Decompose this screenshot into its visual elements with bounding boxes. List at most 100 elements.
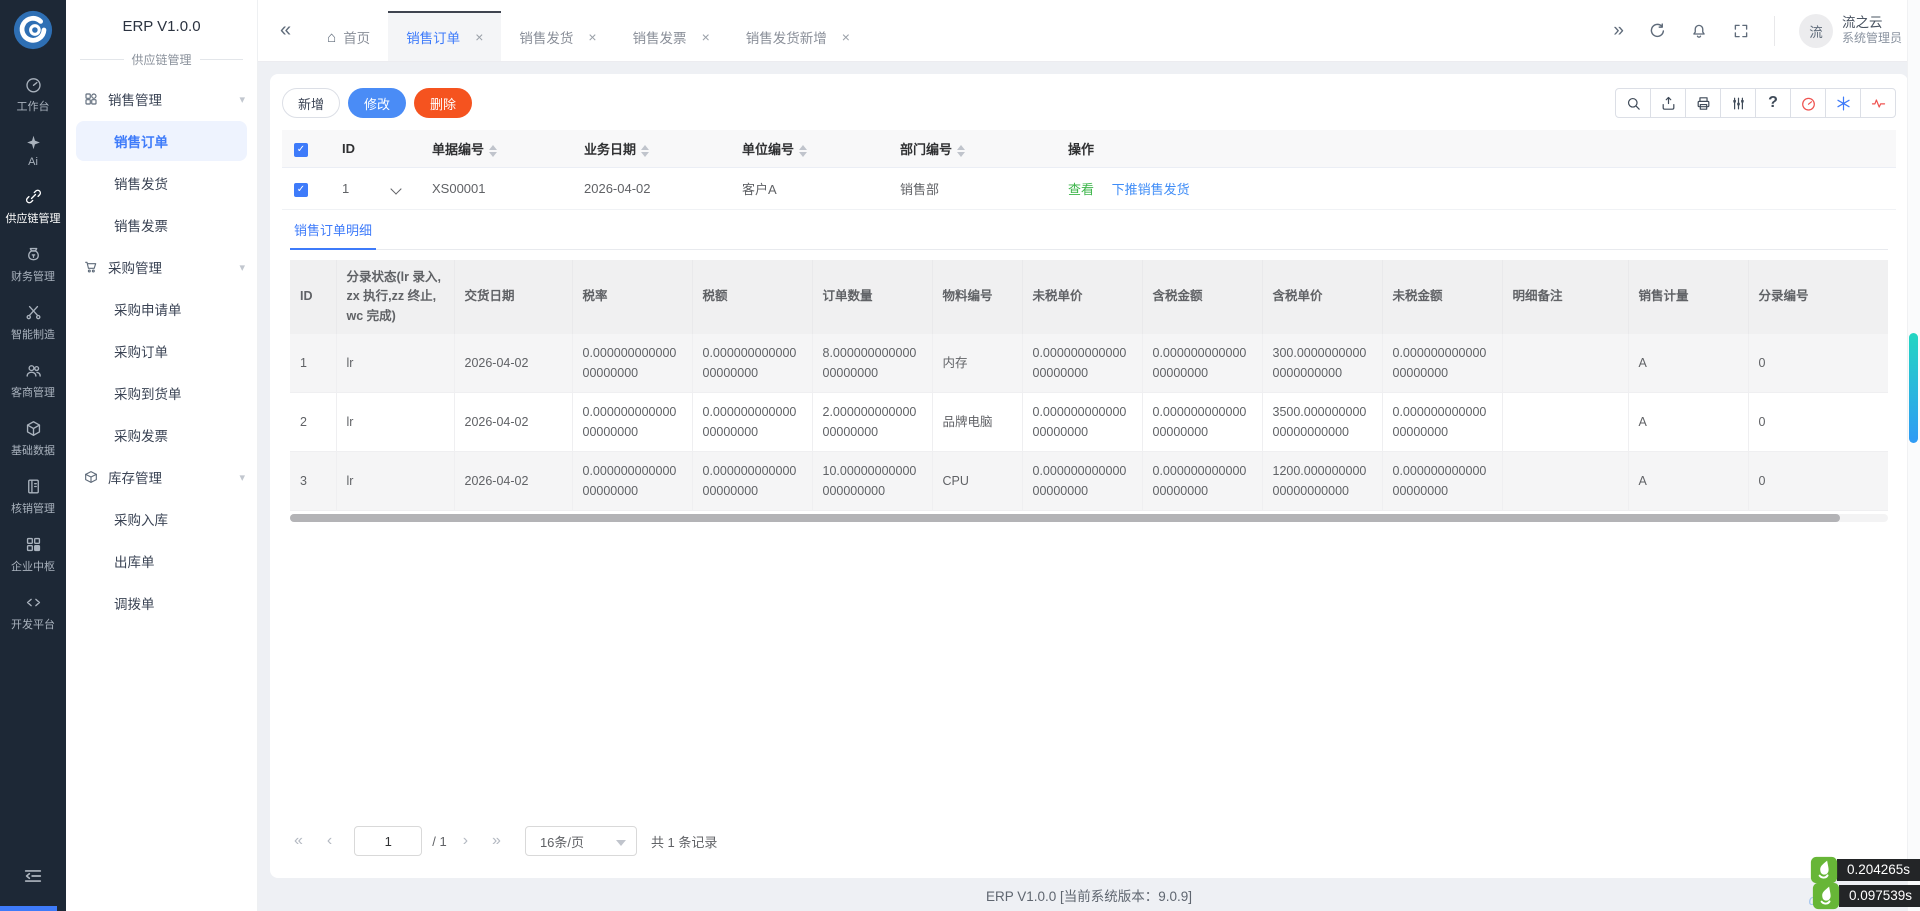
- detail-row[interactable]: 3 lr 2026-04-02 0.00000000000000000000 0.000…: [290, 451, 1888, 512]
- menu-group-apps[interactable]: 销售管理 ▾: [66, 78, 257, 120]
- menu-item[interactable]: 销售发货: [66, 162, 257, 204]
- rail-item-link[interactable]: 供应链管理: [0, 177, 66, 235]
- menu-group-label: 采购管理: [108, 261, 162, 276]
- menu-item[interactable]: 调拨单: [66, 582, 257, 624]
- tab-label: 销售发货新增: [745, 31, 827, 46]
- fullscreen-button[interactable]: [1732, 22, 1750, 40]
- page-input[interactable]: [354, 826, 423, 856]
- toolbar: 新增 修改 删除 ?: [282, 86, 1896, 130]
- menu-item[interactable]: 销售发票: [66, 204, 257, 246]
- tab-销售发货[interactable]: 销售发货 ×: [501, 11, 614, 61]
- rail-item-users[interactable]: 客商管理: [0, 351, 66, 409]
- row-expander[interactable]: [390, 183, 402, 195]
- page-prev-button[interactable]: ‹: [315, 832, 344, 850]
- chevron-down-icon: ▾: [239, 261, 245, 274]
- close-icon[interactable]: ×: [475, 29, 483, 45]
- bag-icon: [27, 247, 39, 261]
- refresh-button[interactable]: [1648, 22, 1666, 40]
- sort-icon[interactable]: [489, 144, 498, 157]
- detail-tab[interactable]: 销售订单明细: [290, 210, 377, 250]
- tab-销售发货新增[interactable]: 销售发货新增 ×: [728, 11, 868, 61]
- detail-hscrollbar-thumb[interactable]: [290, 514, 1841, 523]
- rail-item-label: 供应链管理: [5, 213, 61, 225]
- notifications-button[interactable]: [1690, 22, 1708, 40]
- sort-icon[interactable]: [641, 144, 650, 157]
- freeze-tool-button[interactable]: [1825, 88, 1861, 118]
- pulse-icon: [1871, 98, 1885, 108]
- app-logo-icon[interactable]: [12, 9, 54, 51]
- detail-col-header: 未税金额: [1382, 260, 1503, 335]
- row-checkbox[interactable]: ✓: [294, 183, 308, 197]
- rail-item-label: Ai: [28, 156, 38, 168]
- rail-item-ai[interactable]: Ai: [0, 123, 66, 177]
- rail-item-code[interactable]: 开发平台: [0, 583, 66, 641]
- horizontal-scrollbar-thumb[interactable]: [0, 906, 57, 911]
- view-link[interactable]: 查看: [1068, 182, 1094, 197]
- orders-col-部门编号[interactable]: 部门编号: [888, 130, 1056, 168]
- rail-item-hub[interactable]: 企业中枢: [0, 525, 66, 583]
- user-menu[interactable]: 流 流之云 系统管理员: [1798, 13, 1902, 48]
- close-icon[interactable]: ×: [702, 29, 710, 45]
- tabs-collapse-button[interactable]: «: [258, 19, 309, 42]
- ai-icon: [26, 135, 40, 150]
- menu-group-cart[interactable]: 采购管理 ▾: [66, 246, 257, 288]
- select-all-checkbox[interactable]: ✓: [294, 143, 308, 157]
- rail-collapse-button[interactable]: [0, 865, 66, 887]
- orders-col-单据编号[interactable]: 单据编号: [420, 130, 572, 168]
- monitor-tool-button[interactable]: [1790, 88, 1826, 118]
- pulse-tool-button[interactable]: [1860, 88, 1896, 118]
- close-icon[interactable]: ×: [842, 29, 850, 45]
- danger-button[interactable]: 删除: [414, 88, 473, 118]
- sort-icon[interactable]: [799, 144, 808, 157]
- rail-item-cube[interactable]: 基础数据: [0, 409, 66, 467]
- menu-item[interactable]: 采购入库: [66, 498, 257, 540]
- users-icon: [25, 365, 41, 377]
- rail-item-gauge[interactable]: 工作台: [0, 65, 66, 123]
- rail-item-ledger[interactable]: 核销管理: [0, 467, 66, 525]
- menu-item[interactable]: 采购订单: [66, 330, 257, 372]
- order-row[interactable]: ✓ 1 XS00001 2026-04-02 客户A 销售部 查看 下推销售发货: [282, 167, 1896, 210]
- detail-cell: A: [1628, 334, 1749, 394]
- rail-item-bag[interactable]: 财务管理: [0, 235, 66, 293]
- search-tool-button[interactable]: [1615, 88, 1651, 118]
- detail-cell: 3: [290, 451, 337, 512]
- detail-row[interactable]: 1 lr 2026-04-02 0.00000000000000000000 0.000…: [290, 334, 1888, 394]
- detail-cell: lr: [336, 334, 455, 394]
- help-tool-button[interactable]: ?: [1755, 88, 1791, 118]
- tabs-expand-button[interactable]: »: [1613, 20, 1624, 42]
- menu-group-box[interactable]: 库存管理 ▾: [66, 456, 257, 498]
- detail-cell: 1: [290, 334, 337, 394]
- default-button[interactable]: 新增: [282, 88, 341, 118]
- export-tool-button[interactable]: [1650, 88, 1686, 118]
- detail-row[interactable]: 2 lr 2026-04-02 0.00000000000000000000 0.000…: [290, 392, 1888, 453]
- menu-item[interactable]: 出库单: [66, 540, 257, 582]
- orders-col-单位编号[interactable]: 单位编号: [730, 130, 888, 168]
- vertical-scrollbar-thumb[interactable]: [1909, 333, 1918, 443]
- select-all-header: ✓: [282, 130, 330, 168]
- tab-首页[interactable]: ⌂ 首页: [309, 11, 388, 61]
- page-last-button[interactable]: »: [480, 832, 513, 850]
- tools-icon: [25, 305, 41, 320]
- tab-销售订单[interactable]: 销售订单 ×: [388, 11, 502, 61]
- detail-tab-bar: 销售订单明细: [290, 210, 1888, 250]
- menu-item[interactable]: 采购发票: [66, 414, 257, 456]
- menu-groups: 销售管理 ▾ 销售订单 销售发货 销售发票采购管理 ▾ 采购申请单 采购订单 采购到货单 采购发票…: [66, 78, 257, 624]
- columns-tool-button[interactable]: [1720, 88, 1756, 118]
- detail-col-header: 分录状态(lr 录入,zx 执行,zz 终止,wc 完成): [336, 260, 455, 335]
- primary-button[interactable]: 修改: [348, 88, 407, 118]
- page-next-button[interactable]: ›: [451, 832, 480, 850]
- menu-item[interactable]: 销售订单: [76, 121, 247, 161]
- close-icon[interactable]: ×: [588, 29, 596, 45]
- push-delivery-link[interactable]: 下推销售发货: [1112, 182, 1190, 197]
- detail-cell: 2026-04-02: [454, 334, 573, 394]
- pagination: « ‹ / 1 › » 16条/页 共 1 条记录: [282, 814, 1896, 866]
- page-first-button[interactable]: «: [282, 832, 315, 850]
- menu-item[interactable]: 采购到货单: [66, 372, 257, 414]
- print-tool-button[interactable]: [1685, 88, 1721, 118]
- menu-item[interactable]: 采购申请单: [66, 288, 257, 330]
- page-size-select[interactable]: 16条/页: [524, 826, 637, 856]
- sort-icon[interactable]: [957, 144, 966, 157]
- rail-item-tools[interactable]: 智能制造: [0, 293, 66, 351]
- orders-col-业务日期[interactable]: 业务日期: [572, 130, 730, 168]
- tab-销售发票[interactable]: 销售发票 ×: [615, 11, 728, 61]
